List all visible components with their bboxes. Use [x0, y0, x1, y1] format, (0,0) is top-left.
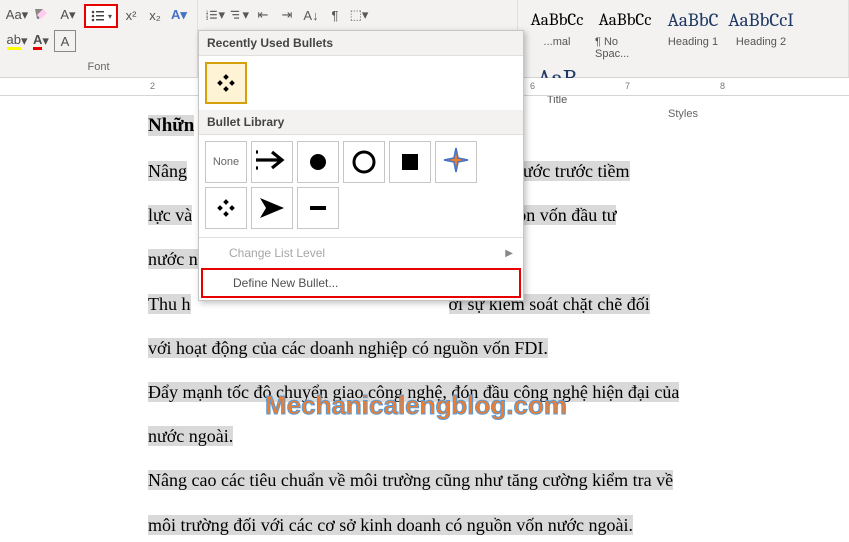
bullets-button[interactable]: ▾ — [84, 4, 118, 28]
svg-text:3: 3 — [206, 16, 209, 21]
bullet-diamond4[interactable] — [205, 187, 247, 229]
font-color-button[interactable]: A▾ — [30, 30, 52, 52]
multilevel-button[interactable]: ▾ — [228, 4, 250, 26]
style-heading2[interactable]: AaBbCcIHeading 2 — [731, 4, 791, 60]
styles-group-label: Styles — [524, 106, 842, 120]
bullet-arrowhead[interactable] — [251, 187, 293, 229]
font-group-label: Font — [6, 59, 191, 73]
shading-button[interactable]: ⬚▾ — [348, 4, 370, 26]
decrease-indent-button[interactable]: ⇤ — [252, 4, 274, 26]
recent-bullet-diamond4[interactable] — [205, 62, 247, 104]
border-button[interactable]: A▾ — [54, 4, 82, 26]
style-nospacing[interactable]: AaBbCc¶ No Spac... — [595, 4, 655, 60]
bullet-circle[interactable] — [343, 141, 385, 183]
style-normal[interactable]: AaBbCc...mal — [527, 4, 587, 60]
bullet-dash[interactable] — [297, 187, 339, 229]
numbering-button[interactable]: 123▾ — [204, 4, 226, 26]
increase-indent-button[interactable]: ⇥ — [276, 4, 298, 26]
text-effects-button[interactable]: A▾ — [168, 4, 190, 26]
bullet-star[interactable] — [435, 141, 477, 183]
recent-bullets-header: Recently Used Bullets — [199, 31, 523, 56]
bullet-arrow[interactable] — [251, 141, 293, 183]
superscript-button[interactable]: x² — [120, 4, 142, 26]
define-new-bullet-item[interactable]: Define New Bullet... — [201, 268, 521, 298]
character-border-button[interactable]: A — [54, 30, 76, 52]
subscript-button[interactable]: x₂ — [144, 4, 166, 26]
style-heading1[interactable]: AaBbCHeading 1 — [663, 4, 723, 60]
change-list-level-item: Change List Level▶ — [199, 240, 523, 266]
sort-button[interactable]: A↓ — [300, 4, 322, 26]
bullet-square[interactable] — [389, 141, 431, 183]
bullet-library-header: Bullet Library — [199, 110, 523, 135]
bullets-dropdown: Recently Used Bullets Bullet Library Non… — [198, 30, 524, 301]
paragraph-button[interactable]: ¶ — [324, 4, 346, 26]
bullet-disc[interactable] — [297, 141, 339, 183]
highlight-button[interactable]: ab▾ — [6, 30, 28, 52]
chevron-right-icon: ▶ — [505, 248, 513, 259]
change-case-button[interactable]: Aa▾ — [6, 4, 28, 26]
bullet-none[interactable]: None — [205, 141, 247, 183]
clear-format-button[interactable] — [30, 4, 52, 26]
